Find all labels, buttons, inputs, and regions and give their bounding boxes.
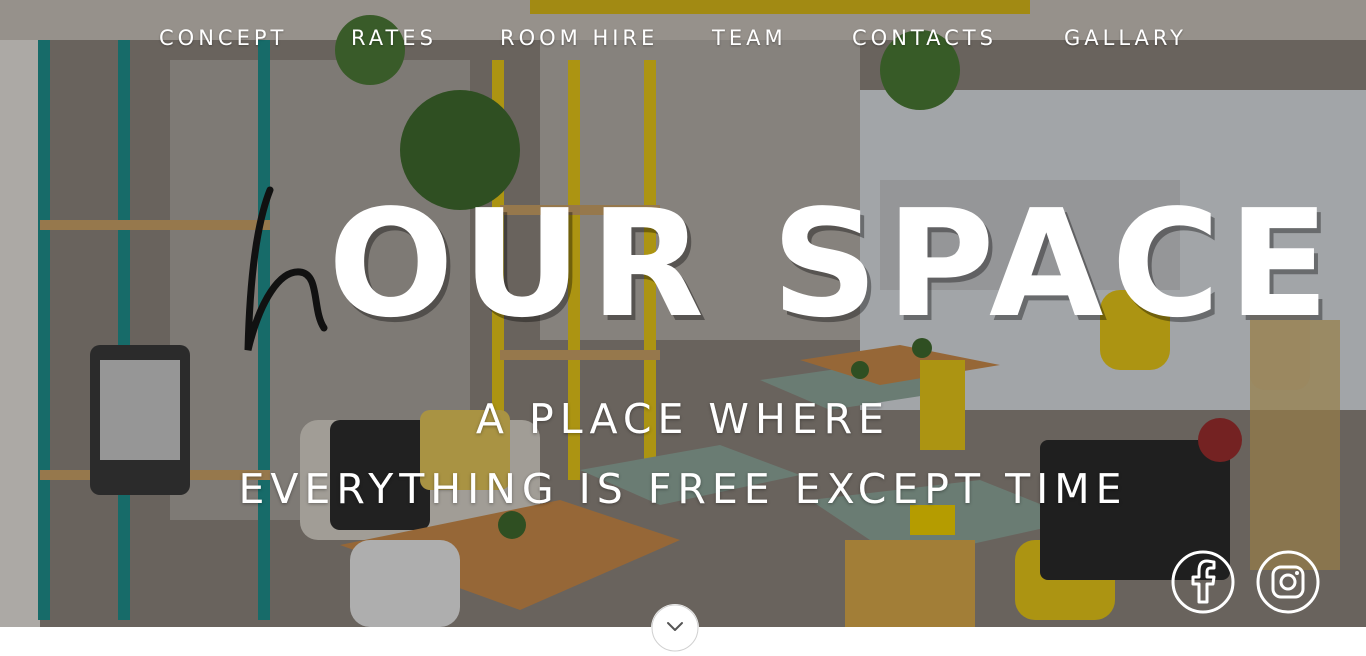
chevron-down-icon <box>651 604 699 652</box>
hero-banner: CONCEPT RATES ROOM HIRE TEAM CONTACTS GA… <box>0 0 1366 627</box>
main-nav: CONCEPT RATES ROOM HIRE TEAM CONTACTS GA… <box>0 0 1366 80</box>
instagram-link[interactable] <box>1256 550 1320 614</box>
instagram-icon <box>1256 550 1320 614</box>
logo-text: OUR SPACE <box>328 178 1338 350</box>
nav-item-gallary[interactable]: GALLARY <box>1064 26 1187 50</box>
logo-script-letter: h <box>244 186 328 351</box>
nav-item-room-hire[interactable]: ROOM HIRE <box>500 26 658 50</box>
site-logo[interactable]: h OUR SPACE <box>240 180 1329 360</box>
nav-item-concept[interactable]: CONCEPT <box>159 26 287 50</box>
tagline-line-1: A PLACE WHERE <box>475 395 891 443</box>
nav-item-rates[interactable]: RATES <box>351 26 437 50</box>
nav-item-contacts[interactable]: CONTACTS <box>852 26 997 50</box>
nav-item-team[interactable]: TEAM <box>712 26 787 50</box>
facebook-link[interactable] <box>1171 550 1235 614</box>
facebook-icon <box>1171 550 1235 614</box>
tagline-line-2: EVERYTHING IS FREE EXCEPT TIME <box>238 465 1128 513</box>
scroll-down-button[interactable] <box>651 604 699 652</box>
